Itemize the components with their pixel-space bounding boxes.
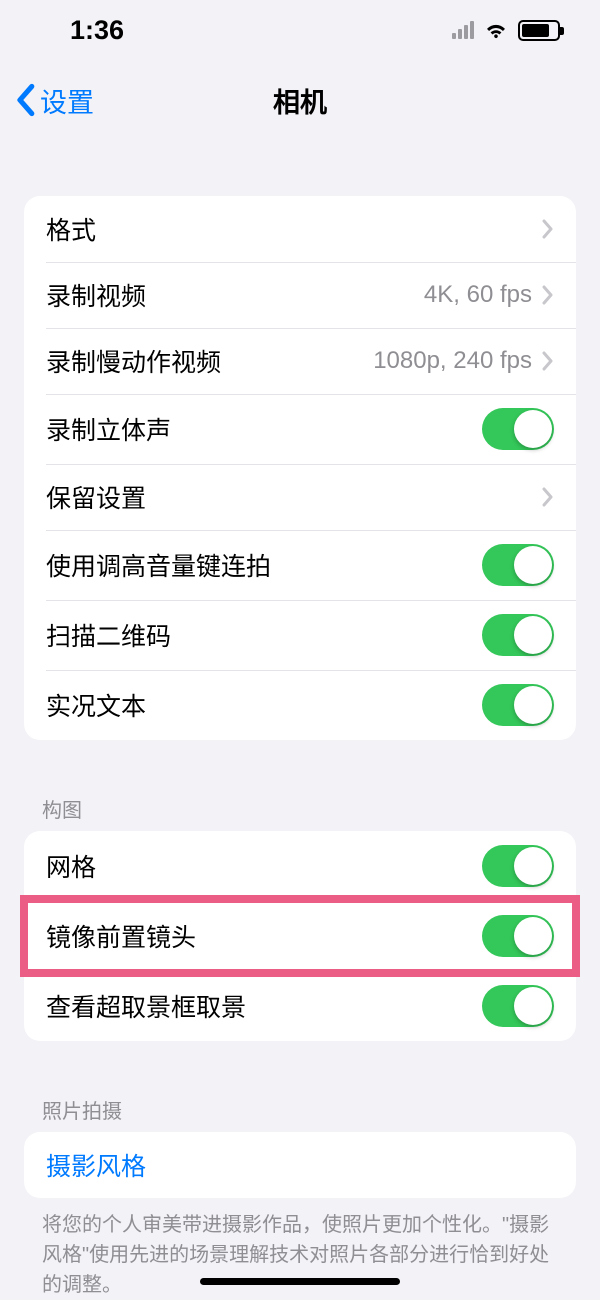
back-label: 设置	[40, 81, 94, 120]
nav-bar: 设置 相机	[0, 60, 600, 140]
status-time: 1:36	[70, 15, 124, 46]
toggle-volume-burst[interactable]	[482, 544, 554, 586]
row-mirror-front: 镜像前置镜头	[24, 901, 576, 971]
row-view-outside-frame: 查看超取景框取景	[24, 971, 576, 1041]
status-icons	[452, 17, 560, 43]
back-button[interactable]: 设置	[14, 81, 94, 120]
chevron-right-icon	[542, 487, 554, 507]
row-label: 镜像前置镜头	[46, 918, 482, 954]
battery-icon	[518, 20, 560, 41]
section-header-composition: 构图	[42, 794, 558, 823]
cellular-icon	[452, 21, 474, 39]
row-photographic-styles[interactable]: 摄影风格	[24, 1132, 576, 1198]
toggle-grid[interactable]	[482, 845, 554, 887]
settings-group-1: 格式 录制视频 4K, 60 fps 录制慢动作视频 1080p, 240 fp…	[24, 196, 576, 740]
section-footer-photo: 将您的个人审美带进摄影作品，使照片更加个性化。"摄影风格"使用先进的场景理解技术…	[42, 1210, 558, 1300]
toggle-scan-qr[interactable]	[482, 614, 554, 656]
row-record-slomo[interactable]: 录制慢动作视频 1080p, 240 fps	[24, 328, 576, 394]
row-label: 录制慢动作视频	[46, 343, 373, 379]
page-title: 相机	[273, 81, 327, 120]
toggle-live-text[interactable]	[482, 684, 554, 726]
toggle-view-outside-frame[interactable]	[482, 985, 554, 1027]
row-label: 扫描二维码	[46, 617, 482, 653]
row-label: 格式	[46, 211, 542, 247]
section-header-photo: 照片拍摄	[42, 1095, 558, 1124]
toggle-mirror-front[interactable]	[482, 915, 554, 957]
row-stereo-sound: 录制立体声	[24, 394, 576, 464]
chevron-right-icon	[542, 219, 554, 239]
row-live-text: 实况文本	[24, 670, 576, 740]
row-formats[interactable]: 格式	[24, 196, 576, 262]
chevron-right-icon	[542, 285, 554, 305]
row-label: 实况文本	[46, 687, 482, 723]
chevron-right-icon	[542, 351, 554, 371]
row-grid: 网格	[24, 831, 576, 901]
row-value: 1080p, 240 fps	[373, 347, 532, 375]
toggle-stereo-sound[interactable]	[482, 408, 554, 450]
row-volume-burst: 使用调高音量键连拍	[24, 530, 576, 600]
home-indicator	[200, 1278, 400, 1285]
settings-group-composition: 网格 镜像前置镜头 查看超取景框取景	[24, 831, 576, 1041]
status-bar: 1:36	[0, 0, 600, 60]
row-label: 摄影风格	[46, 1147, 554, 1183]
row-label: 录制视频	[46, 277, 424, 313]
wifi-icon	[483, 17, 509, 43]
row-record-video[interactable]: 录制视频 4K, 60 fps	[24, 262, 576, 328]
row-label: 网格	[46, 848, 482, 884]
row-scan-qr: 扫描二维码	[24, 600, 576, 670]
row-preserve-settings[interactable]: 保留设置	[24, 464, 576, 530]
row-label: 使用调高音量键连拍	[46, 547, 482, 583]
row-label: 录制立体声	[46, 411, 482, 447]
row-label: 查看超取景框取景	[46, 988, 482, 1024]
row-value: 4K, 60 fps	[424, 281, 532, 309]
settings-group-photo: 摄影风格	[24, 1132, 576, 1198]
row-label: 保留设置	[46, 479, 542, 515]
